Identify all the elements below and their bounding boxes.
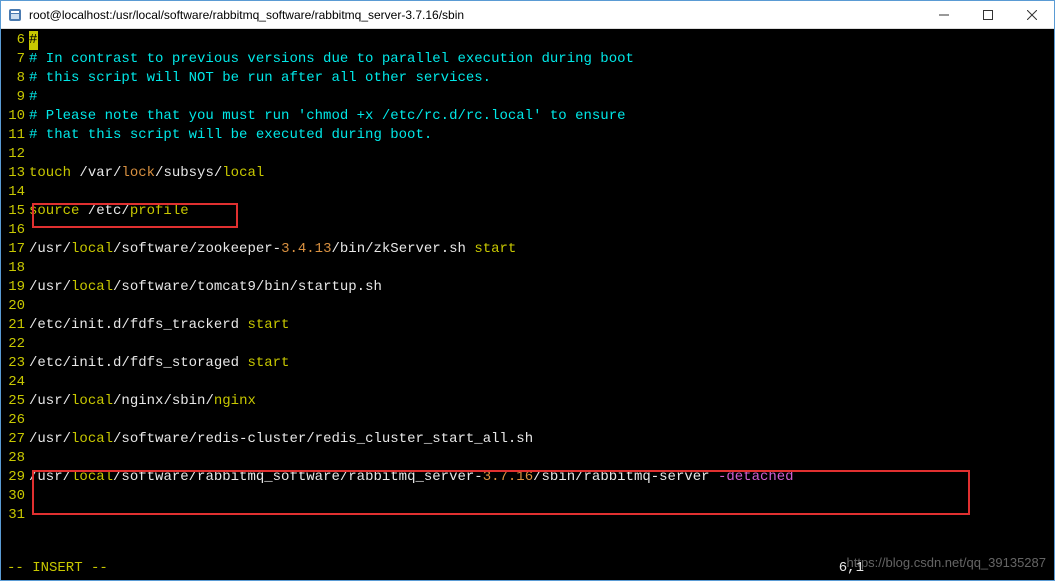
line-number: 23 <box>1 354 29 373</box>
watermark: https://blog.csdn.net/qq_39135287 <box>847 555 1047 570</box>
window-controls <box>922 1 1054 29</box>
line-number: 8 <box>1 69 29 88</box>
maximize-button[interactable] <box>966 1 1010 29</box>
minimize-button[interactable] <box>922 1 966 29</box>
window-title: root@localhost:/usr/local/software/rabbi… <box>29 8 922 22</box>
comment: # that this script will be executed duri… <box>29 127 432 143</box>
cursor-position: 6,1 <box>839 560 864 576</box>
line-number: 16 <box>1 221 29 240</box>
titlebar[interactable]: root@localhost:/usr/local/software/rabbi… <box>1 1 1054 29</box>
line-number: 12 <box>1 145 29 164</box>
line-number: 27 <box>1 430 29 449</box>
line-number: 26 <box>1 411 29 430</box>
line-number: 28 <box>1 449 29 468</box>
comment: # Please note that you must run 'chmod +… <box>29 108 626 124</box>
line-number: 29 <box>1 468 29 487</box>
terminal-area[interactable]: 6# 7# In contrast to previous versions d… <box>1 29 1054 580</box>
line-number: 14 <box>1 183 29 202</box>
line-number: 25 <box>1 392 29 411</box>
line-number: 17 <box>1 240 29 259</box>
comment: # In contrast to previous versions due t… <box>29 51 634 67</box>
cursor: # <box>29 31 38 50</box>
terminal-window: root@localhost:/usr/local/software/rabbi… <box>0 0 1055 581</box>
line-number: 30 <box>1 487 29 506</box>
comment: # <box>29 89 37 105</box>
line-number: 21 <box>1 316 29 335</box>
app-icon <box>7 7 23 23</box>
line-number: 6 <box>1 31 29 50</box>
line-number: 18 <box>1 259 29 278</box>
close-button[interactable] <box>1010 1 1054 29</box>
line-number: 9 <box>1 88 29 107</box>
line-number: 19 <box>1 278 29 297</box>
line-number: 13 <box>1 164 29 183</box>
vim-mode-status: -- INSERT -- <box>7 560 108 576</box>
line-number: 22 <box>1 335 29 354</box>
line-number: 10 <box>1 107 29 126</box>
line-number: 11 <box>1 126 29 145</box>
line-number: 24 <box>1 373 29 392</box>
comment: # this script will NOT be run after all … <box>29 70 491 86</box>
line-number: 15 <box>1 202 29 221</box>
line-number: 7 <box>1 50 29 69</box>
line-number: 20 <box>1 297 29 316</box>
line-number: 31 <box>1 506 29 525</box>
